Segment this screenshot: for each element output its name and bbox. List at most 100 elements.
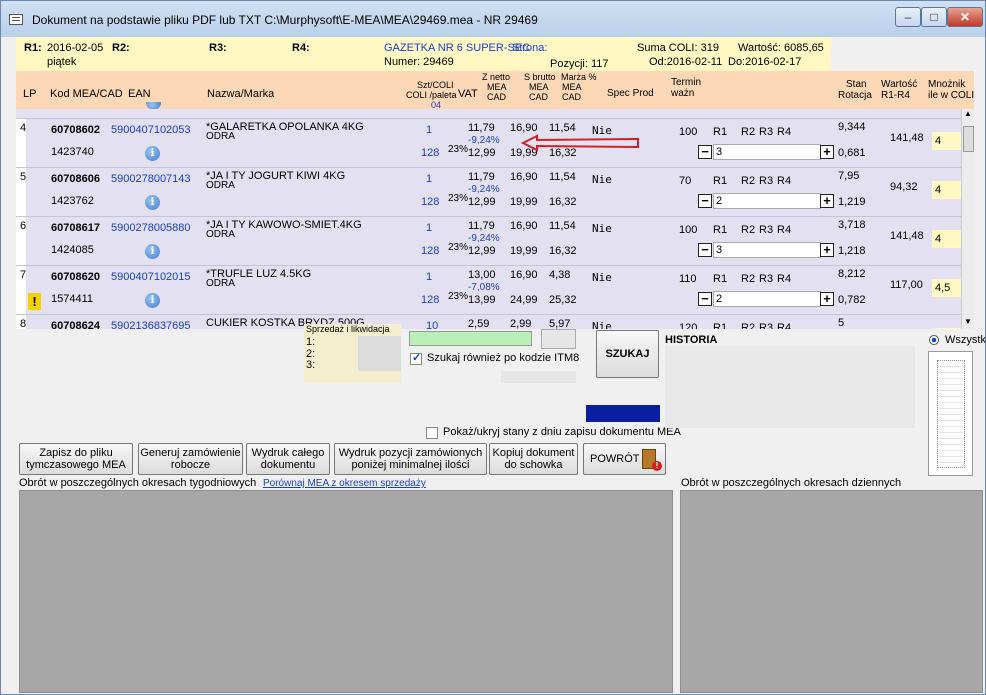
row-r3[interactable]: R3 bbox=[759, 175, 773, 187]
search-button[interactable]: SZUKAJ bbox=[596, 330, 659, 378]
title-bar: Dokument na podstawie pliku PDF lub TXT … bbox=[1, 1, 985, 37]
row-znetto: 11,79 bbox=[468, 122, 495, 134]
row-r2[interactable]: R2 bbox=[741, 273, 755, 285]
table-row[interactable]: 7 60708620 5900407102015 1574411 *TRUFLE LUZ… bbox=[16, 265, 961, 315]
row-rot: 0,782 bbox=[838, 294, 866, 306]
search-input[interactable] bbox=[409, 331, 532, 346]
decrease-qty-button[interactable]: − bbox=[698, 194, 712, 208]
row-wartosc: 141,48 bbox=[890, 230, 924, 242]
history-label: HISTORIA bbox=[665, 334, 718, 346]
multiplier-input[interactable]: 4 bbox=[932, 132, 961, 150]
row-r4[interactable]: R4 bbox=[777, 224, 791, 236]
table-row[interactable]: 6 60708617 5900278005880 1424085 *JA I TY KA… bbox=[16, 216, 961, 266]
table-scrollbar[interactable]: ▲ ▼ bbox=[961, 109, 974, 329]
row-cad: 1574411 bbox=[51, 293, 94, 305]
decrease-qty-button[interactable]: − bbox=[698, 292, 712, 306]
row-r4[interactable]: R4 bbox=[777, 273, 791, 285]
suma-coli: Suma COLI: 319 bbox=[637, 42, 719, 54]
generate-order-button[interactable]: Generuj zamówienie robocze bbox=[138, 443, 243, 475]
increase-qty-button[interactable]: + bbox=[820, 194, 834, 208]
info-icon[interactable]: i bbox=[145, 195, 160, 210]
row-sbrutto-cad: 19,99 bbox=[510, 245, 538, 257]
row-r2[interactable]: R2 bbox=[741, 126, 755, 138]
scrollbar-thumb[interactable] bbox=[963, 126, 974, 152]
col-ean: EAN bbox=[128, 88, 151, 100]
row-r3[interactable]: R3 bbox=[759, 126, 773, 138]
multiplier-input[interactable]: 4,5 bbox=[932, 279, 961, 297]
col-termin: Termin bbox=[671, 77, 702, 88]
multiplier-input[interactable]: 4 bbox=[932, 181, 961, 199]
qty-input[interactable]: 3 bbox=[713, 144, 821, 160]
col-wartosc: Wartość bbox=[881, 79, 918, 90]
sales-l1: 1: bbox=[306, 336, 316, 348]
multiplier-input[interactable]: 1 bbox=[932, 328, 961, 329]
row-vat: 23% bbox=[448, 242, 469, 253]
decrease-qty-button[interactable]: − bbox=[698, 145, 712, 159]
info-icon[interactable]: i bbox=[145, 146, 160, 161]
row-r3[interactable]: R3 bbox=[759, 322, 773, 329]
qty-input[interactable]: 2 bbox=[713, 291, 821, 307]
row-termin: 120 bbox=[679, 322, 698, 329]
row-r4[interactable]: R4 bbox=[777, 322, 791, 329]
increase-qty-button[interactable]: + bbox=[820, 145, 834, 159]
exit-badge-icon: ! bbox=[652, 461, 662, 471]
row-sbrutto: 16,90 bbox=[510, 171, 538, 183]
minimize-button[interactable]: – bbox=[895, 7, 921, 27]
keyboard-icon[interactable] bbox=[541, 329, 576, 349]
scroll-down-icon[interactable]: ▼ bbox=[964, 317, 972, 326]
maximize-button[interactable]: □ bbox=[921, 7, 947, 27]
col-znetto-mea: MEA bbox=[487, 82, 507, 92]
return-button[interactable]: POWRÓT ! bbox=[583, 443, 666, 475]
row-znetto: 11,79 bbox=[468, 220, 495, 232]
wszystkie-radio[interactable] bbox=[929, 335, 939, 345]
row-sbrutto-cad: 24,99 bbox=[510, 294, 538, 306]
row-r4[interactable]: R4 bbox=[777, 175, 791, 187]
row-sbrutto: 16,90 bbox=[510, 220, 538, 232]
row-r2[interactable]: R2 bbox=[741, 224, 755, 236]
r4-label: R4: bbox=[292, 42, 310, 54]
copy-clipboard-button[interactable]: Kopiuj dokument do schowka bbox=[489, 443, 578, 475]
close-button[interactable]: ✕ bbox=[947, 7, 983, 27]
row-r1[interactable]: R1 bbox=[713, 175, 727, 187]
table-row[interactable]: 8 60708624 5902136837695 CUKIER KOSTKA BRYD… bbox=[16, 314, 961, 329]
row-r3[interactable]: R3 bbox=[759, 273, 773, 285]
row-lp: 7 bbox=[20, 269, 27, 281]
decrease-qty-button[interactable]: − bbox=[698, 243, 712, 257]
itm8-checkbox[interactable] bbox=[410, 351, 422, 365]
row-znetto: 2,59 bbox=[468, 318, 490, 329]
increase-qty-button[interactable]: + bbox=[820, 243, 834, 257]
row-r4[interactable]: R4 bbox=[777, 126, 791, 138]
scroll-up-icon[interactable]: ▲ bbox=[964, 109, 972, 118]
multiplier-input[interactable]: 4 bbox=[932, 230, 961, 248]
row-marza-cad: 16,32 bbox=[549, 196, 577, 208]
numer-label: Numer: 29469 bbox=[384, 56, 454, 68]
table-row[interactable]: 4 60708602 5900407102053 1423740 *GALARETKA … bbox=[16, 118, 961, 168]
info-icon[interactable]: i bbox=[145, 293, 160, 308]
r3-label: R3: bbox=[209, 42, 227, 54]
col-marza-mea: MEA bbox=[562, 82, 582, 92]
table-row[interactable]: 5 60708606 5900278007143 1423762 *JA I TY JO… bbox=[16, 167, 961, 217]
row-r3[interactable]: R3 bbox=[759, 224, 773, 236]
save-temp-button[interactable]: Zapisz do pliku tymczasowego MEA bbox=[19, 443, 133, 475]
r1-day: piątek bbox=[47, 56, 77, 68]
sales-l3: 3: bbox=[306, 359, 316, 371]
row-r1[interactable]: R1 bbox=[713, 322, 727, 329]
r2-label: R2: bbox=[112, 42, 130, 54]
warning-icon: ! bbox=[28, 293, 41, 310]
row-r2[interactable]: R2 bbox=[741, 175, 755, 187]
row-r1[interactable]: R1 bbox=[713, 126, 727, 138]
print-document-button[interactable]: Wydruk całego dokumentu bbox=[246, 443, 330, 475]
info-icon[interactable]: i bbox=[145, 244, 160, 259]
qty-input[interactable]: 2 bbox=[713, 193, 821, 209]
print-below-min-button[interactable]: Wydruk pozycji zamówionych poniżej minim… bbox=[334, 443, 487, 475]
row-znetto: 13,00 bbox=[468, 269, 496, 281]
toggle-checkbox[interactable] bbox=[426, 427, 438, 439]
compare-link[interactable]: Porównaj MEA z okresem sprzedaży bbox=[263, 478, 426, 489]
row-termin: 110 bbox=[679, 273, 697, 285]
increase-qty-button[interactable]: + bbox=[820, 292, 834, 306]
row-r1[interactable]: R1 bbox=[713, 273, 727, 285]
row-marka: ODRA bbox=[206, 278, 235, 289]
row-r2[interactable]: R2 bbox=[741, 322, 755, 329]
qty-input[interactable]: 3 bbox=[713, 242, 821, 258]
row-r1[interactable]: R1 bbox=[713, 224, 727, 236]
